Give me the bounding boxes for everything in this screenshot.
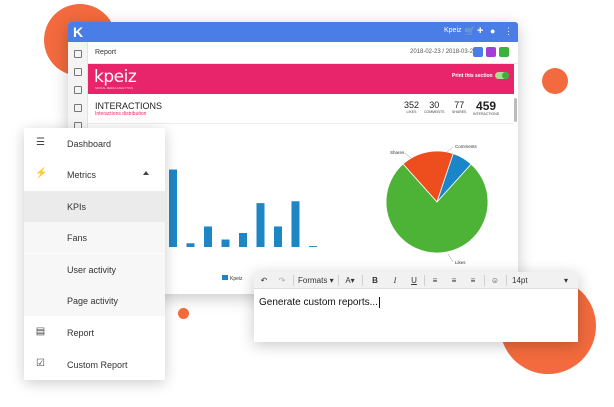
pie-label: Likes — [455, 260, 466, 265]
menu-item-user-activity[interactable]: User activity — [24, 254, 165, 285]
bar — [186, 243, 195, 247]
promo-stage: K Kpeiz 🛒 + ● ⋮ Report 2018-02-23 / 2018… — [0, 0, 614, 407]
toolbar-divider — [506, 275, 507, 286]
menu-label: Fans — [67, 233, 88, 243]
bolt-icon: ⚡ — [35, 168, 48, 179]
bar — [309, 246, 317, 247]
formats-label: Formats — [298, 276, 328, 285]
toolbar-divider — [293, 275, 294, 286]
text-cursor — [378, 297, 380, 308]
menu-item-metrics[interactable]: ⚡ Metrics — [24, 159, 165, 190]
menu-item-custom-report[interactable]: ☑ Custom Report — [24, 349, 165, 380]
bar — [204, 226, 212, 247]
text-color-icon[interactable]: A▾ — [342, 274, 358, 287]
chevron-down-icon: ▾ — [564, 276, 569, 285]
legend-swatch — [222, 275, 228, 280]
bar — [291, 201, 300, 247]
formats-dropdown[interactable]: Formats ▾ — [298, 274, 338, 287]
menu-label: KPIs — [67, 202, 87, 212]
checkbox-icon: ☑ — [36, 358, 45, 369]
menu-item-page-activity[interactable]: Page activity — [24, 285, 165, 316]
navigation-menu: ☰ Dashboard ⚡ Metrics KPIs Fans User act… — [24, 128, 165, 380]
menu-label: Metrics — [67, 170, 96, 180]
align-center-icon[interactable]: ≡ — [449, 274, 459, 287]
font-size-dropdown[interactable]: 14pt ▾ — [512, 274, 572, 287]
menu-item-fans[interactable]: Fans — [24, 222, 165, 253]
editor-toolbar: ↶ ↷ Formats ▾ A▾ B I U ≡ ≡ ≡ ☺ 14pt ▾ — [254, 272, 578, 289]
bold-icon[interactable]: B — [370, 274, 380, 287]
emoji-icon[interactable]: ☺ — [490, 274, 500, 287]
bar — [239, 233, 247, 247]
bar — [274, 226, 282, 247]
bar — [169, 169, 177, 247]
toolbar-divider — [338, 275, 339, 286]
font-size-value: 14pt — [512, 276, 528, 285]
editor-content[interactable]: Generate custom reports... — [259, 297, 380, 308]
menu-item-dashboard[interactable]: ☰ Dashboard — [24, 128, 165, 159]
pie-leader-line — [445, 146, 454, 154]
menu-label: Custom Report — [67, 360, 128, 370]
chevron-up-icon — [143, 171, 149, 175]
legend-label: Kpeiz — [230, 276, 243, 282]
align-right-icon[interactable]: ≡ — [468, 274, 478, 287]
underline-icon[interactable]: U — [409, 274, 419, 287]
menu-label: Page activity — [67, 296, 119, 306]
undo-icon[interactable]: ↶ — [258, 274, 270, 287]
pie-label: Comments — [455, 144, 478, 149]
decor-circle — [542, 68, 568, 94]
toolbar-divider — [362, 275, 363, 286]
pie-leader-line — [447, 253, 454, 263]
menu-label: Report — [67, 328, 95, 338]
bar — [221, 239, 230, 247]
italic-icon[interactable]: I — [390, 274, 400, 287]
toolbar-divider — [424, 275, 425, 286]
redo-icon[interactable]: ↷ — [276, 274, 288, 287]
rich-text-editor: ↶ ↷ Formats ▾ A▾ B I U ≡ ≡ ≡ ☺ 14pt ▾ Gen… — [254, 272, 578, 342]
clipboard-icon: ▤ — [35, 326, 46, 337]
pie-label: Shares — [390, 150, 405, 155]
align-left-icon[interactable]: ≡ — [430, 274, 440, 287]
menu-item-kpis[interactable]: KPIs — [24, 191, 165, 222]
pie-leader-line — [404, 152, 412, 159]
bar — [256, 203, 265, 247]
menu-item-report[interactable]: ▤ Report — [24, 317, 165, 348]
menu-label: Dashboard — [67, 139, 112, 149]
editor-text: Generate custom reports... — [259, 297, 378, 308]
menu-label: User activity — [67, 265, 117, 275]
sliders-icon: ☰ — [36, 137, 45, 148]
toolbar-divider — [484, 275, 485, 286]
decor-circle — [178, 308, 189, 319]
